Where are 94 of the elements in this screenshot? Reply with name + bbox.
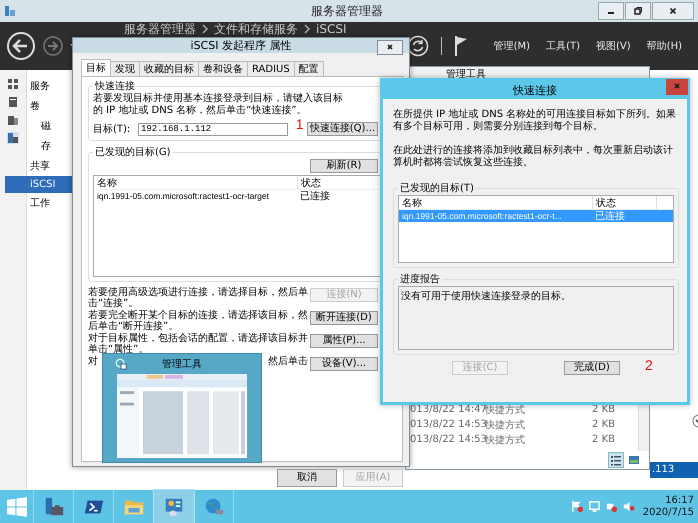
column-header[interactable]: 状态 (593, 196, 657, 209)
type-cell-text: 快捷方式 (485, 434, 526, 446)
tab[interactable]: 目标 (81, 59, 111, 76)
dashboard-icon[interactable] (7, 78, 19, 90)
group-label: 快速连接 (94, 80, 136, 92)
clock-time: 16:17 (665, 494, 694, 506)
target-field[interactable]: 192.168.1.112 (138, 122, 288, 136)
tab[interactable]: 发现 (110, 61, 140, 76)
refresh-button[interactable]: 刷新(R) (310, 159, 378, 173)
breadcrumb-item[interactable]: 文件和存储服务 (214, 22, 298, 36)
column-header[interactable]: 名称 (94, 176, 298, 189)
close-button[interactable] (377, 40, 403, 55)
window-title: 服务器管理器 (310, 2, 383, 20)
date-cell-text: 013/8/22 14:47 (409, 404, 485, 415)
restore-button[interactable] (625, 2, 651, 20)
flag-icon[interactable] (570, 500, 584, 513)
column-header[interactable]: 名称 (399, 196, 593, 209)
dialog-button[interactable]: 取消 (277, 469, 337, 487)
menu-item[interactable]: 帮助(H) (646, 39, 682, 53)
window-title: 管理工具 (446, 69, 486, 80)
table-row[interactable]: .113 (650, 462, 698, 478)
nav-item[interactable]: iSCSI (5, 176, 72, 193)
taskbar-preview-tooltip[interactable]: 管理工具 (102, 353, 262, 463)
clock[interactable]: 16:17 2020/7/15 (642, 494, 694, 518)
nav-item[interactable]: 共享 (5, 156, 72, 176)
back-icon[interactable] (6, 31, 36, 61)
storage-icon[interactable] (7, 132, 19, 144)
status-cell-text: 已连接 (594, 210, 626, 223)
dialog-button[interactable]: 完成(D) (564, 361, 620, 375)
target-name: iqn.1991-05.com.microsoft:ractest1-ocr-t... (401, 211, 563, 221)
group-label: 已发现的目标(G) (94, 146, 172, 159)
status-cell-text: 已连接 (299, 190, 331, 203)
target-name[interactable]: iqn.1991-05.com.microsoft:ractest1-ocr-target (94, 191, 297, 201)
forward-icon[interactable] (42, 35, 64, 57)
instruction-text: 若要发现目标并使用基本连接登录到目标，请键入该目标的 IP 地址或 DNS 名称，然后单击“快速连接”。 (93, 93, 343, 117)
step-number: 1 (296, 116, 304, 132)
flag-icon[interactable] (454, 35, 468, 57)
size-cell-text: 2 KB (591, 419, 615, 430)
breadcrumb-item[interactable]: 服务器管理器 (124, 22, 196, 36)
details-view-icon[interactable] (609, 453, 623, 467)
nav-item[interactable]: 服务 (5, 76, 72, 96)
menu-item[interactable]: 视图(V) (596, 39, 631, 53)
group-label: 已发现的目标(T) (399, 182, 475, 195)
group-label: 进度报告 (399, 272, 441, 286)
breadcrumb-item[interactable]: iSCSI (316, 22, 346, 36)
action-button[interactable]: 属性(P)... (310, 334, 378, 348)
action-button[interactable]: 断开连接(D) (310, 311, 378, 325)
instruction-text: 在所提供 IP 地址或 DNS 名称处的可用连接目标如下所列。如果有多个目标可用，则需要分别连接到每个目标。 (393, 109, 678, 133)
instruction-text: 对于目标属性，包括会话的配置，请选择该目标并单击“属性”。 (88, 334, 309, 355)
chevron-right-icon (202, 24, 208, 34)
nav-item[interactable]: 存 (5, 136, 72, 156)
close-button[interactable] (652, 2, 694, 20)
close-icon (672, 80, 682, 90)
servers-icon[interactable] (7, 114, 19, 126)
date-cell-text: 013/8/22 14:53 (409, 434, 485, 445)
action-button[interactable]: 设备(V)... (310, 357, 378, 371)
thumbnail-title: 管理工具 (161, 358, 203, 371)
instruction-text: 对 (88, 357, 98, 368)
field-label: 目标(T): (93, 122, 132, 136)
menu-item[interactable]: 工具(T) (546, 39, 580, 53)
taskbar-button[interactable] (154, 490, 194, 523)
size-cell-text: 2 KB (591, 434, 615, 445)
clock-date: 2020/7/15 (642, 506, 694, 518)
close-icon (668, 6, 678, 16)
app-icon (4, 5, 16, 17)
instruction-text: 若要使用高级选项进行连接，请选择目标，然后单击“连接”。 (88, 288, 309, 309)
chevron-right-icon (304, 24, 310, 34)
tab[interactable]: 配置 (294, 61, 324, 76)
dialog-title: 快速连接 (513, 82, 557, 98)
tab[interactable]: 卷和设备 (198, 61, 248, 76)
type-cell-text: 快捷方式 (485, 404, 526, 416)
close-icon (385, 42, 395, 52)
minimize-button[interactable] (598, 2, 624, 20)
type-cell-text: 快捷方式 (485, 418, 526, 432)
nav-item[interactable]: 卷 (5, 96, 72, 116)
windows-logo-icon (6, 496, 28, 518)
menu-item[interactable]: 管理(M) (494, 39, 530, 53)
nav-item[interactable]: 磁 (5, 116, 72, 136)
instruction-text: 若要完全断开某个目标的连接，请选择该目标，然后单击“断开连接”。 (88, 311, 309, 332)
quick-connect-button[interactable]: 快速连接(Q)... (306, 122, 378, 136)
instruction-text: 然后单击 (268, 357, 308, 368)
step-number: 2 (645, 357, 653, 373)
nav-item[interactable]: 工作 (5, 193, 72, 213)
thumbnails-view-icon[interactable] (627, 453, 641, 467)
dialog-title: iSCSI 发起程序 属性 (190, 38, 292, 53)
date-cell-text: 013/8/22 14:53 (409, 419, 485, 430)
tools-icon (115, 358, 127, 370)
restore-icon (633, 6, 643, 16)
speaker-icon[interactable] (622, 500, 635, 513)
instruction-text: 在此处进行的连接将添加到收藏目标列表中，每次重新启动该计算机时都将尝试恢复这些连接。 (393, 145, 674, 169)
tab[interactable]: RADIUS (247, 61, 295, 76)
server-icon[interactable] (7, 96, 19, 108)
tab[interactable]: 收藏的目标 (139, 61, 199, 76)
report-text: 没有可用于使用快速连接登录的目标。 (401, 291, 571, 302)
